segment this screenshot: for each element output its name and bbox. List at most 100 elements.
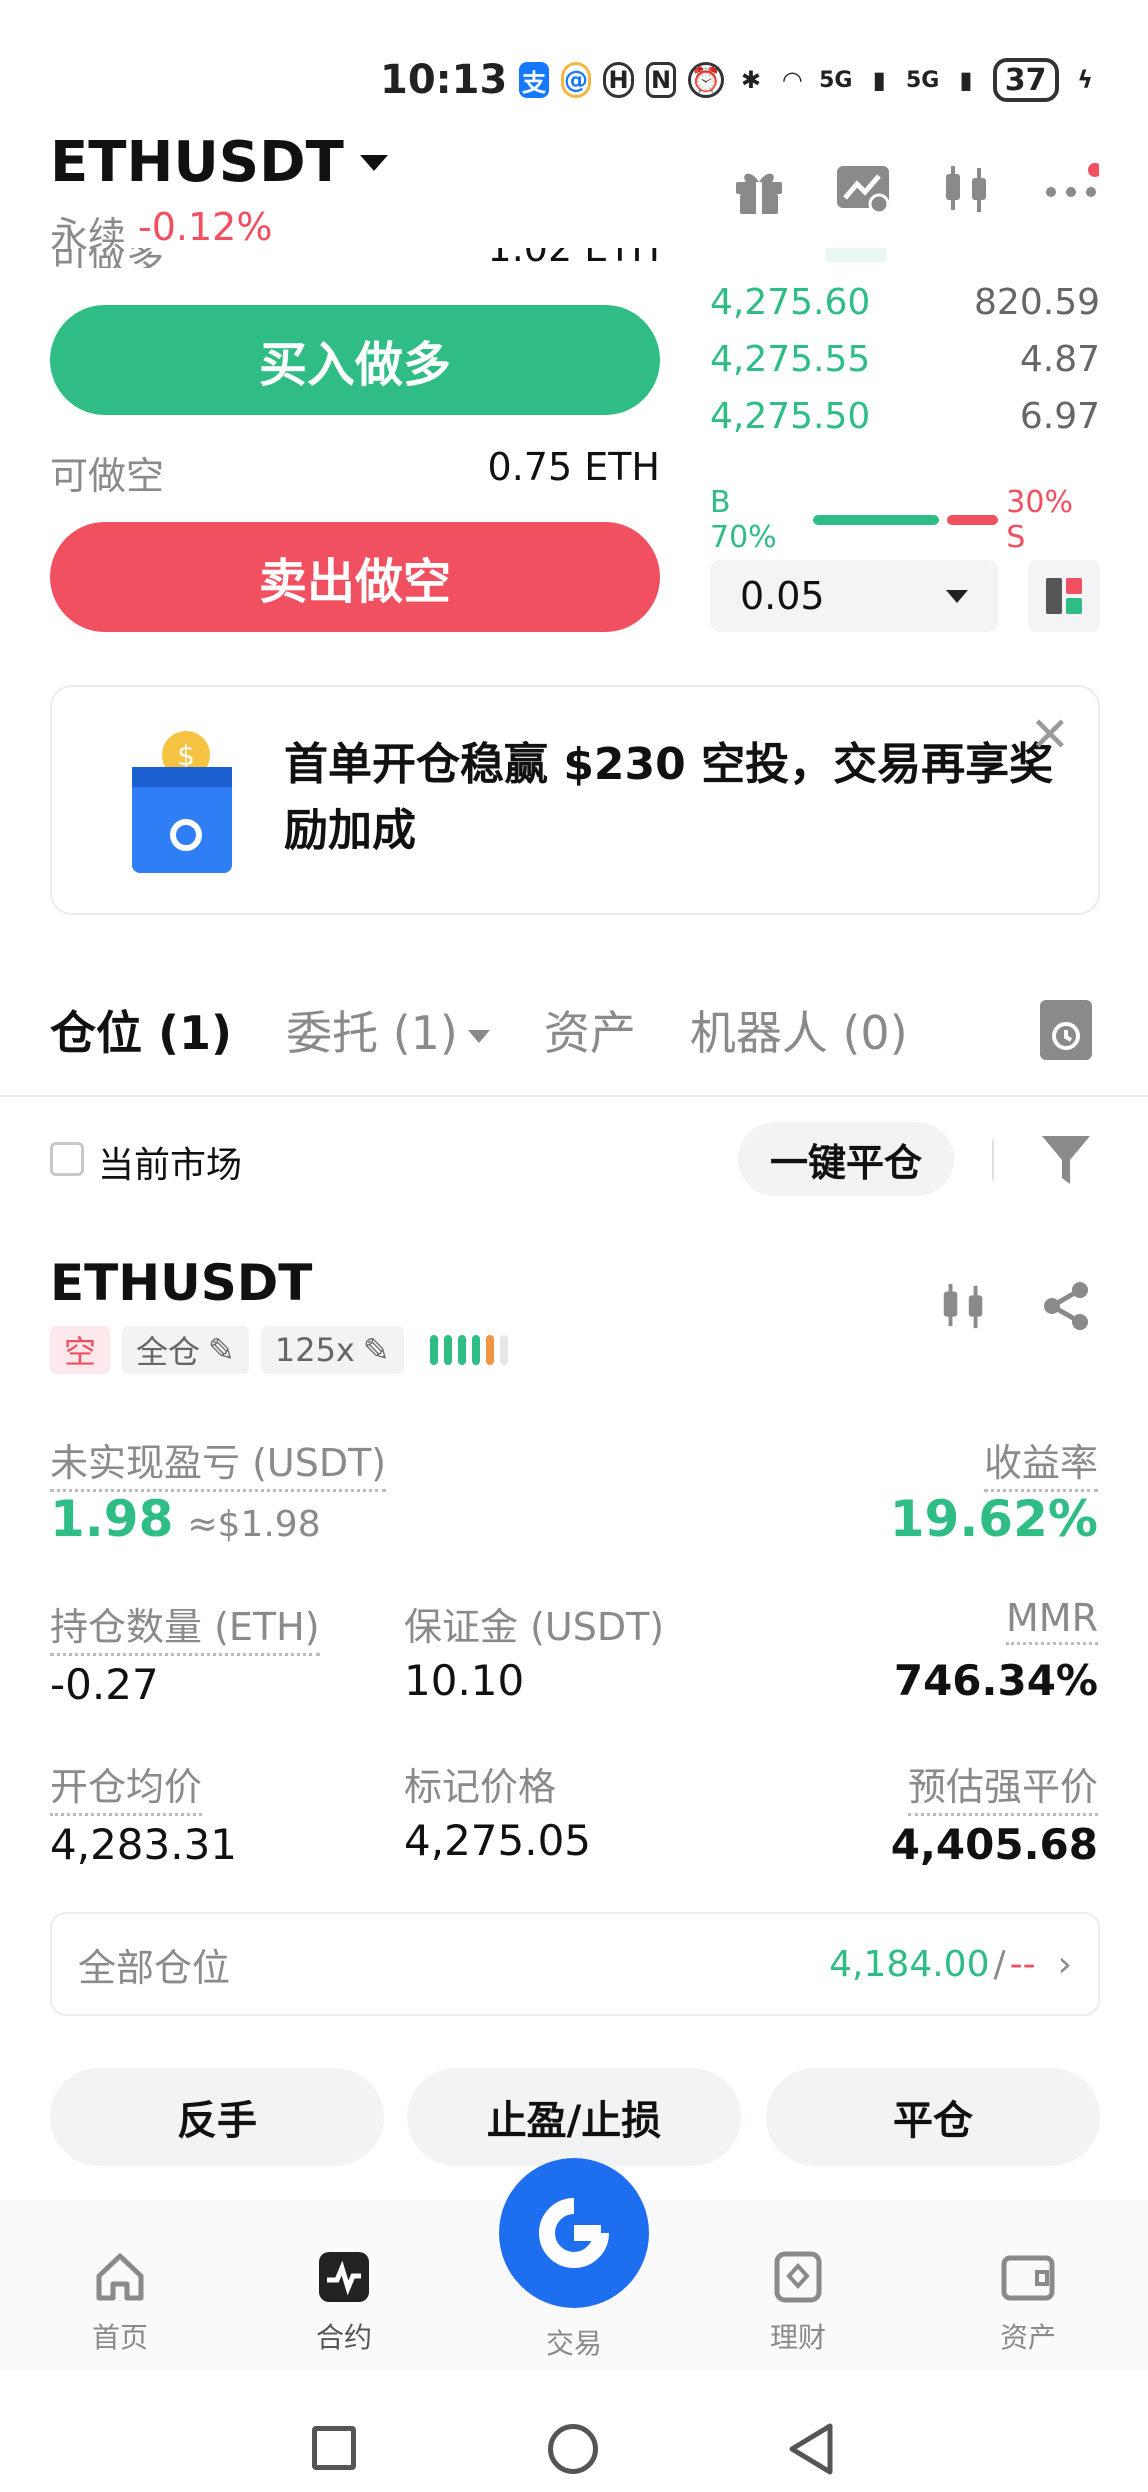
side-tag: 空 (50, 1326, 111, 1374)
chevron-down-icon (946, 589, 968, 603)
leverage-tag[interactable]: 125x ✎ (260, 1326, 404, 1374)
position-symbol[interactable]: ETHUSDT (50, 1254, 312, 1312)
hd-icon: H (603, 62, 634, 98)
alipay-icon: 支 (519, 62, 549, 98)
current-market-checkbox[interactable] (50, 1142, 84, 1176)
leverage-label: 125x (274, 1331, 355, 1369)
margin-mode-tag[interactable]: 全仓 ✎ (122, 1326, 249, 1374)
nav-home[interactable]: 首页 (50, 2250, 190, 2356)
filter-icon[interactable] (1040, 1132, 1092, 1188)
bluetooth-icon: ✱ (740, 66, 762, 94)
mmr-value: 746.34% (893, 1656, 1098, 1705)
candlestick-chart-icon[interactable] (938, 1280, 990, 1332)
price-precision-select[interactable]: 0.05 (710, 560, 998, 632)
wifi-icon: ◠ (783, 66, 802, 94)
chart-settings-icon[interactable] (834, 160, 892, 218)
position-size-value: -0.27 (50, 1660, 159, 1709)
close-position-button[interactable]: 平仓 (766, 2068, 1100, 2166)
tab-positions[interactable]: 仓位 (1) (50, 997, 232, 1063)
current-market-label: 当前市场 (98, 1145, 243, 1186)
sell-short-button[interactable]: 卖出做空 (50, 522, 660, 632)
precision-value: 0.05 (740, 574, 825, 618)
risk-level-indicator (429, 1335, 508, 1365)
chevron-down-icon (359, 154, 388, 171)
more-icon[interactable] (1042, 160, 1100, 218)
buy-sell-ratio: B 70% 30% S (710, 485, 1100, 555)
tab-orders[interactable]: 委托 (1) (286, 997, 490, 1063)
home-button-icon[interactable] (548, 2424, 598, 2474)
share-icon[interactable] (1040, 1280, 1092, 1332)
unrealized-pnl: 1.98 ≈$1.98 (50, 1490, 321, 1548)
position-tags: 空 全仓 ✎ 125x ✎ (50, 1326, 508, 1374)
can-long-label: 可做多 (50, 248, 164, 268)
order-history-icon[interactable] (1040, 1000, 1092, 1060)
liq-price-value: 4,405.68 (890, 1820, 1098, 1869)
buy-ratio-bar (813, 515, 940, 525)
tab-assets[interactable]: 资产 (544, 997, 636, 1063)
trade-logo-icon (539, 2198, 609, 2268)
order-book-clipped-row (826, 248, 886, 262)
signal-bars-icon: ▮ (959, 66, 973, 94)
edit-icon: ✎ (362, 1331, 390, 1369)
tpsl-button[interactable]: 止盈/止损 (407, 2068, 741, 2166)
bid-price: 4,275.55 (710, 338, 871, 380)
battery-indicator: 37 (992, 58, 1059, 102)
all-positions-tpsl-row[interactable]: 全部仓位 4,184.00 / -- › (50, 1912, 1100, 2016)
gift-icon[interactable] (730, 160, 788, 218)
roe-label[interactable]: 收益率 (983, 1432, 1098, 1492)
bid-size: 4.87 (1019, 338, 1100, 380)
order-book-layout-button[interactable] (1028, 560, 1100, 632)
recent-apps-icon[interactable] (312, 2426, 356, 2470)
order-book-row[interactable]: 4,275.60 820.59 (710, 274, 1100, 330)
promo-banner[interactable]: $ 首单开仓稳赢 $230 空投，交易再享奖励加成 ✕ (50, 685, 1100, 915)
nav-futures[interactable]: 合约 (274, 2250, 414, 2356)
signal-bars-icon: ▮ (872, 66, 886, 94)
bid-size: 820.59 (974, 281, 1100, 323)
candlestick-chart-icon[interactable] (938, 160, 996, 218)
close-all-button[interactable]: 一键平仓 (738, 1122, 954, 1196)
nav-trade[interactable]: 交易 (504, 2322, 644, 2362)
trade-fab-button[interactable] (499, 2158, 649, 2308)
close-icon[interactable]: ✕ (1030, 707, 1070, 763)
can-long-value: 1.02 ETH (488, 248, 660, 268)
nav-assets[interactable]: 资产 (958, 2250, 1098, 2356)
layout-icon (1046, 578, 1082, 614)
nav-futures-label: 合约 (315, 2321, 372, 2354)
wallet-icon (1001, 2255, 1055, 2301)
can-short-row: 可做空 0.75 ETH (50, 445, 660, 500)
app-notification-icon: @ (560, 62, 592, 98)
bid-size: 6.97 (1019, 395, 1100, 437)
buy-long-button[interactable]: 买入做多 (50, 305, 660, 415)
alarm-icon: ⏰ (688, 62, 725, 98)
entry-price-label[interactable]: 开仓均价 (50, 1756, 203, 1816)
pair-title: ETHUSDT (50, 130, 344, 195)
reverse-button[interactable]: 反手 (50, 2068, 384, 2166)
pair-selector[interactable]: ETHUSDT (50, 130, 388, 195)
order-book-row[interactable]: 4,275.50 6.97 (710, 388, 1100, 444)
order-book-row[interactable]: 4,275.55 4.87 (710, 331, 1100, 387)
unrealized-pnl-label[interactable]: 未实现盈亏 (USDT) (50, 1432, 387, 1492)
nav-earn[interactable]: 理财 (728, 2250, 868, 2356)
liq-price-label[interactable]: 预估强平价 (907, 1756, 1098, 1816)
take-profit-value: 4,184.00 (829, 1943, 990, 1985)
can-short-label: 可做空 (50, 454, 165, 498)
header-toolbar (730, 160, 1100, 218)
chevron-down-icon (467, 1030, 490, 1043)
signal-5g-1: 5G (819, 67, 853, 93)
buy-ratio: B 70% (710, 485, 777, 555)
sell-ratio: 30% S (1006, 485, 1073, 555)
system-navigation-bar (0, 2400, 1148, 2492)
nav-earn-label: 理财 (769, 2321, 826, 2354)
chevron-right-icon: › (1057, 1943, 1072, 1985)
tabs-divider (0, 1095, 1148, 1097)
back-icon[interactable] (786, 2422, 838, 2476)
nav-trade-label: 交易 (545, 2327, 602, 2360)
bid-price: 4,275.50 (710, 395, 871, 437)
margin-label: 保证金 (USDT) (404, 1605, 665, 1649)
mark-price-label: 标记价格 (404, 1765, 557, 1809)
status-time: 10:13 (380, 57, 508, 103)
tab-bots[interactable]: 机器人 (0) (690, 997, 908, 1063)
position-size-label[interactable]: 持仓数量 (ETH) (50, 1596, 320, 1656)
mmr-label[interactable]: MMR (1006, 1596, 1098, 1645)
unrealized-pnl-value: 1.98 (50, 1490, 174, 1548)
